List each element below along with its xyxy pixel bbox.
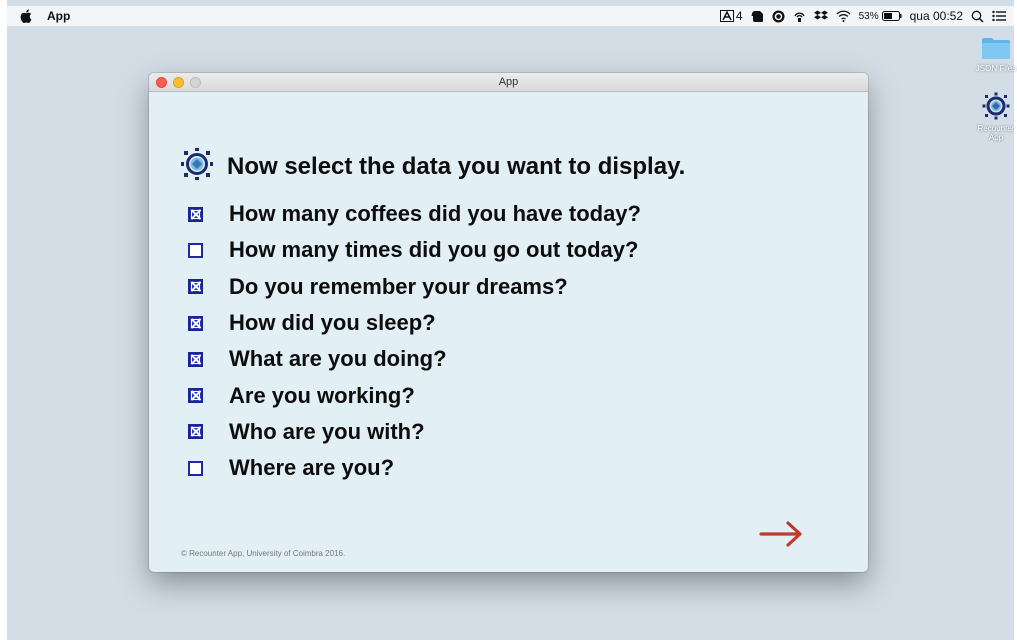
question-item[interactable]: How many coffees did you have today? [181,196,641,232]
question-checkbox[interactable] [188,315,203,331]
question-item[interactable]: What are you doing? [181,341,641,377]
zoom-button[interactable] [190,77,201,88]
window-titlebar[interactable]: App [149,73,868,92]
close-button[interactable] [156,77,167,88]
spotlight-icon[interactable] [971,10,984,23]
question-item[interactable]: Do you remember your dreams? [181,269,641,305]
question-label: How did you sleep? [229,310,436,336]
dropbox-icon[interactable] [813,10,828,22]
question-item[interactable]: How many times did you go out today? [181,232,641,268]
question-label: Where are you? [229,455,395,481]
apple-icon[interactable] [17,9,35,23]
desktop-item-label: Recounter App [977,124,1015,142]
menu-bar: App 4 53% qua 00:52 [7,6,1014,26]
folder-icon [981,38,1011,62]
recounter-app-icon [982,92,1010,122]
question-label: Are you working? [229,382,415,408]
question-checkbox[interactable] [188,351,203,367]
question-checkbox[interactable] [188,279,203,295]
adobe-icon[interactable] [719,10,734,22]
app-window: App Now select the data you want to disp… [149,73,868,572]
question-item[interactable]: How did you sleep? [181,305,641,341]
question-label: Do you remember your dreams? [229,273,568,299]
evernote-icon[interactable] [751,10,764,23]
airdrop-icon[interactable] [793,10,806,23]
next-button[interactable] [759,520,803,548]
copyright-footer: © Recounter App, University of Coimbra 2… [181,549,346,558]
recounter-logo-icon [181,148,213,185]
minimize-button[interactable] [173,77,184,88]
arrow-right-icon [759,521,803,552]
question-label: How many times did you go out today? [229,237,639,263]
wifi-icon[interactable] [836,10,851,22]
question-checkbox[interactable] [188,460,203,476]
desktop-item-label: JSON Files [975,64,1017,73]
question-item[interactable]: Are you working? [181,377,641,413]
battery-icon[interactable] [881,11,902,21]
window-controls [156,77,201,88]
battery-percent: 53% [858,10,879,22]
window-title: App [498,76,519,88]
question-label: Who are you with? [229,418,425,444]
notification-center-icon[interactable] [992,10,1006,22]
question-label: How many coffees did you have today? [229,201,641,227]
question-checkbox[interactable] [188,388,203,404]
menu-app-name[interactable]: App [47,9,70,23]
status-icon[interactable] [772,10,785,23]
screen-frame-left [0,0,7,640]
menu-clock[interactable]: qua 00:52 [910,9,963,23]
menu-extras: 4 53% qua 00:52 [719,9,1014,23]
question-checkbox[interactable] [188,206,203,222]
question-item[interactable]: Who are you with? [181,414,641,450]
question-checkbox[interactable] [188,242,203,258]
question-label: What are you doing? [229,346,447,372]
desktop-item-recounter-app[interactable]: Recounter App [972,92,1017,142]
page-heading: Now select the data you want to display. [181,148,685,185]
page-title: Now select the data you want to display. [227,152,686,180]
adobe-count: 4 [735,9,743,23]
question-list: How many coffees did you have today? How… [181,196,641,486]
question-checkbox[interactable] [188,424,203,440]
question-item[interactable]: Where are you? [181,450,641,486]
desktop-item-json-files[interactable]: JSON Files [972,36,1017,73]
